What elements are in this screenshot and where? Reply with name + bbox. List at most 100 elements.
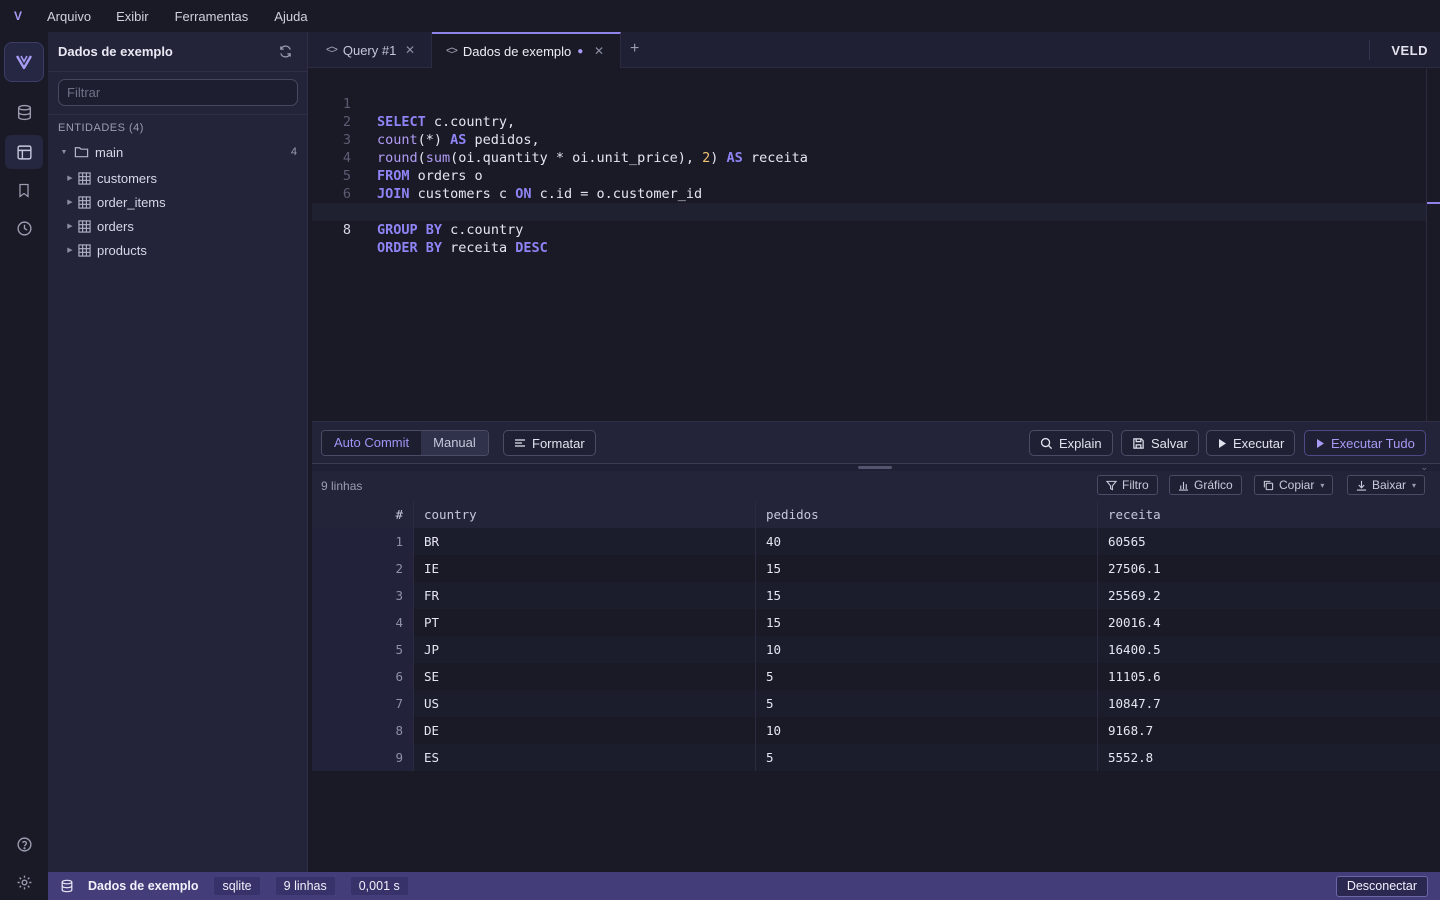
- panel-splitter[interactable]: ⌄: [312, 462, 1440, 472]
- app-home-button[interactable]: [4, 42, 44, 82]
- brand-logo: VELD: [1391, 43, 1428, 58]
- database-button[interactable]: [5, 95, 43, 129]
- header-country[interactable]: country: [414, 501, 756, 528]
- cell-receita[interactable]: 25569.2: [1098, 582, 1440, 609]
- tree-table-order-items[interactable]: ▶ order_items: [48, 190, 307, 214]
- database-icon: [17, 104, 31, 120]
- cell-receita[interactable]: 27506.1: [1098, 555, 1440, 582]
- expand-arrow-icon[interactable]: ▶: [64, 246, 76, 254]
- table-row: 8 DE 10 9168.7: [312, 717, 1440, 744]
- filter-icon: [1106, 480, 1117, 491]
- cell-receita[interactable]: 16400.5: [1098, 636, 1440, 663]
- sidebar-divider: [48, 114, 308, 115]
- cell-country[interactable]: ES: [414, 744, 756, 771]
- tab-query-1[interactable]: <> Query #1 ✕: [312, 32, 432, 68]
- save-icon: [1132, 437, 1145, 450]
- cell-country[interactable]: US: [414, 690, 756, 717]
- help-button[interactable]: [5, 827, 43, 861]
- filter-input[interactable]: [58, 79, 298, 106]
- table-row: 1 BR 40 60565: [312, 528, 1440, 555]
- search-icon: [1040, 437, 1053, 450]
- header-receita[interactable]: receita: [1098, 501, 1440, 528]
- close-tab-icon[interactable]: ✕: [594, 44, 604, 58]
- menu-arquivo[interactable]: Arquivo: [47, 9, 91, 24]
- run-all-label: Executar Tudo: [1331, 435, 1415, 451]
- history-button[interactable]: [5, 211, 43, 245]
- bar-chart-icon: [1178, 480, 1189, 491]
- disconnect-button[interactable]: Desconectar: [1335, 876, 1428, 897]
- run-button[interactable]: Executar: [1206, 430, 1296, 456]
- copy-button[interactable]: Copiar ▾: [1254, 475, 1334, 495]
- menu-exibir[interactable]: Exibir: [116, 9, 149, 24]
- bookmarks-button[interactable]: [5, 173, 43, 207]
- cell-pedidos[interactable]: 5: [756, 663, 1098, 690]
- editor-scrollbar[interactable]: [1426, 69, 1440, 421]
- download-icon: [1356, 480, 1367, 491]
- format-button[interactable]: Formatar: [503, 430, 596, 456]
- cell-country[interactable]: BR: [414, 528, 756, 555]
- explorer-button[interactable]: [5, 135, 43, 169]
- table-row: 3 FR 15 25569.2: [312, 582, 1440, 609]
- cell-pedidos[interactable]: 40: [756, 528, 1098, 555]
- cell-country[interactable]: FR: [414, 582, 756, 609]
- entities-section-label: ENTIDADES (4): [58, 122, 144, 134]
- tree-table-products[interactable]: ▶ products: [48, 238, 307, 262]
- expand-arrow-icon[interactable]: ▶: [64, 222, 76, 230]
- menu-ferramentas[interactable]: Ferramentas: [175, 9, 249, 24]
- cell-pedidos[interactable]: 10: [756, 717, 1098, 744]
- code-icon: <>: [326, 44, 338, 56]
- chart-button[interactable]: Gráfico: [1169, 475, 1242, 495]
- manual-option[interactable]: Manual: [421, 431, 488, 455]
- cell-country[interactable]: DE: [414, 717, 756, 744]
- close-tab-icon[interactable]: ✕: [405, 43, 415, 57]
- cell-country[interactable]: PT: [414, 609, 756, 636]
- new-tab-button[interactable]: +: [630, 40, 639, 58]
- cell-receita[interactable]: 11105.6: [1098, 663, 1440, 690]
- tab-dados-de-exemplo[interactable]: <> Dados de exemplo ● ✕: [432, 32, 621, 68]
- menu-ajuda[interactable]: Ajuda: [274, 9, 307, 24]
- code-line: 3 round(sum(oi.quantity * oi.unit_price)…: [312, 113, 1426, 166]
- settings-button[interactable]: [5, 865, 43, 899]
- cell-pedidos[interactable]: 15: [756, 555, 1098, 582]
- query-toolbar: Auto Commit Manual Formatar Explain Salv…: [312, 421, 1440, 463]
- sql-editor[interactable]: 1 SELECT c.country, 2 count(*) AS pedido…: [312, 69, 1440, 421]
- tree-table-customers[interactable]: ▶ customers: [48, 166, 307, 190]
- filter-button[interactable]: Filtro: [1097, 475, 1158, 495]
- cell-country[interactable]: IE: [414, 555, 756, 582]
- collapse-arrow-icon[interactable]: ▼: [58, 149, 70, 156]
- header-pedidos[interactable]: pedidos: [756, 501, 1098, 528]
- chart-label: Gráfico: [1194, 478, 1233, 492]
- play-icon: [1315, 438, 1325, 449]
- cell-receita[interactable]: 60565: [1098, 528, 1440, 555]
- expand-arrow-icon[interactable]: ▶: [64, 198, 76, 206]
- chevron-down-icon: ▾: [1320, 480, 1325, 490]
- splitter-grip-handle[interactable]: [858, 466, 892, 469]
- cell-receita[interactable]: 5552.8: [1098, 744, 1440, 771]
- cell-country[interactable]: JP: [414, 636, 756, 663]
- copy-icon: [1263, 480, 1274, 491]
- cell-receita[interactable]: 20016.4: [1098, 609, 1440, 636]
- help-circle-icon: [16, 836, 32, 852]
- cell-pedidos[interactable]: 10: [756, 636, 1098, 663]
- cell-pedidos[interactable]: 15: [756, 609, 1098, 636]
- code-line: 1 SELECT c.country,: [312, 77, 1426, 130]
- explain-button[interactable]: Explain: [1029, 430, 1113, 456]
- tree-schema-main[interactable]: ▼ main 4: [48, 140, 307, 164]
- cell-pedidos[interactable]: 5: [756, 744, 1098, 771]
- cell-receita[interactable]: 9168.7: [1098, 717, 1440, 744]
- cell-pedidos[interactable]: 15: [756, 582, 1098, 609]
- expand-arrow-icon[interactable]: ▶: [64, 174, 76, 182]
- copy-label: Copiar: [1279, 478, 1315, 492]
- cell-pedidos[interactable]: 5: [756, 690, 1098, 717]
- download-button[interactable]: Baixar ▾: [1347, 475, 1426, 495]
- tree-table-orders[interactable]: ▶ orders: [48, 214, 307, 238]
- menu-bar: V Arquivo Exibir Ferramentas Ajuda: [0, 0, 1440, 32]
- cell-receita[interactable]: 10847.7: [1098, 690, 1440, 717]
- run-all-button[interactable]: Executar Tudo: [1304, 430, 1426, 456]
- auto-commit-option[interactable]: Auto Commit: [322, 431, 422, 455]
- refresh-button[interactable]: [278, 44, 293, 59]
- table-row: 2 IE 15 27506.1: [312, 555, 1440, 582]
- row-index: 6: [312, 663, 414, 690]
- save-button[interactable]: Salvar: [1121, 430, 1199, 456]
- cell-country[interactable]: SE: [414, 663, 756, 690]
